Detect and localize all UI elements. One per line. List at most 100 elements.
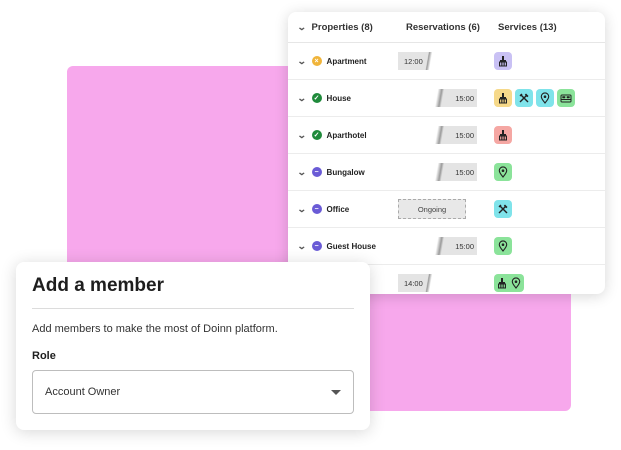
- property-name: Guest House: [326, 241, 376, 251]
- broom-icon: [497, 55, 509, 67]
- service-chip[interactable]: [494, 274, 524, 292]
- service-chip[interactable]: [494, 126, 512, 144]
- reservation-cell: Ongoing: [398, 199, 494, 219]
- services-list: [494, 274, 524, 292]
- chevron-down-icon[interactable]: ⌄: [297, 130, 307, 141]
- reservation-cell: 15:00: [398, 163, 494, 181]
- reservation-time: 15:00: [424, 237, 477, 255]
- broom-icon: [497, 129, 509, 141]
- chevron-down-icon[interactable]: ⌄: [297, 204, 307, 215]
- services-list: [494, 237, 512, 255]
- location-pin-icon: [497, 166, 509, 178]
- table-row[interactable]: ⌄ ✓ Aparthotel 15:00: [288, 117, 605, 154]
- services-list: [494, 200, 512, 218]
- reservations-header: Reservations (6): [398, 22, 494, 33]
- reservation-cell: 15:00: [398, 237, 494, 255]
- role-select-value: Account Owner: [45, 386, 121, 398]
- property-name: Office: [326, 204, 350, 214]
- broom-icon: [497, 92, 509, 104]
- properties-table: ⌄ Properties (8) Reservations (6) Servic…: [288, 12, 605, 294]
- services-list: [494, 126, 512, 144]
- services-cell: [494, 274, 605, 292]
- x-circle-icon: ×: [311, 56, 322, 66]
- property-cell: ⌄ − Bungalow: [288, 167, 398, 178]
- services-cell: [494, 89, 605, 107]
- reservation-time-label: 15:00: [455, 93, 474, 103]
- check-circle-icon: ✓: [311, 93, 322, 103]
- reservations-header-label: Reservations (6): [406, 21, 480, 33]
- minus-circle-icon: −: [311, 204, 322, 214]
- services-list: [494, 52, 512, 70]
- reservation-time-label: 15:00: [455, 241, 474, 251]
- reservation-time-label: 12:00: [404, 56, 423, 66]
- property-cell: ⌄ × Apartment: [288, 56, 398, 67]
- chevron-down-icon[interactable]: ⌄: [297, 167, 307, 178]
- properties-header-label: Properties (8): [311, 21, 373, 33]
- services-header: Services (13): [494, 22, 605, 33]
- service-chip[interactable]: [494, 52, 512, 70]
- services-cell: [494, 126, 605, 144]
- service-chip[interactable]: [515, 89, 533, 107]
- caret-down-icon: [331, 389, 341, 395]
- reservation-time: Ongoing: [398, 199, 466, 219]
- tools-icon: [497, 203, 509, 215]
- check-circle-icon: ✓: [311, 130, 322, 140]
- service-chip[interactable]: [494, 200, 512, 218]
- role-select[interactable]: Account Owner: [32, 370, 354, 414]
- chevron-down-icon[interactable]: ⌄: [297, 93, 307, 104]
- reservation-cell: 12:00: [398, 52, 494, 70]
- table-header: ⌄ Properties (8) Reservations (6) Servic…: [288, 12, 605, 43]
- property-cell: ⌄ ✓ House: [288, 93, 398, 104]
- property-name: Aparthotel: [326, 130, 367, 140]
- add-member-dialog: Add a member Add members to make the mos…: [16, 262, 370, 430]
- divider: [32, 308, 354, 309]
- services-cell: [494, 52, 605, 70]
- bed-icon: [560, 92, 572, 104]
- reservation-cell: 14:00: [398, 274, 494, 292]
- property-name: Apartment: [326, 56, 367, 66]
- table-row[interactable]: ⌄ − Office Ongoing: [288, 191, 605, 228]
- service-chip[interactable]: [557, 89, 575, 107]
- service-chip[interactable]: [494, 89, 512, 107]
- table-row[interactable]: ⌄ × Apartment 12:00: [288, 43, 605, 80]
- services-cell: [494, 200, 605, 218]
- reservation-cell: 15:00: [398, 126, 494, 144]
- service-chip[interactable]: [494, 237, 512, 255]
- chevron-down-icon[interactable]: ⌄: [297, 241, 307, 252]
- chevron-down-icon: ⌄: [296, 21, 307, 32]
- property-cell: ⌄ ✓ Aparthotel: [288, 130, 398, 141]
- services-header-label: Services (13): [498, 21, 557, 33]
- service-chip[interactable]: [494, 163, 512, 181]
- reservation-time-label: 15:00: [455, 167, 474, 177]
- reservation-time-label: 15:00: [455, 130, 474, 140]
- services-list: [494, 89, 575, 107]
- table-body: ⌄ × Apartment 12:00 ⌄ ✓ House 15:00 ⌄ ✓ …: [288, 43, 605, 294]
- location-pin-icon: [539, 92, 551, 104]
- reservation-time: 15:00: [424, 163, 477, 181]
- broom-icon: [496, 277, 508, 289]
- reservation-time: 15:00: [424, 126, 477, 144]
- property-name: House: [326, 93, 351, 103]
- properties-header[interactable]: ⌄ Properties (8): [288, 22, 398, 33]
- tools-icon: [518, 92, 530, 104]
- service-chip[interactable]: [536, 89, 554, 107]
- reservation-time: 14:00: [398, 274, 444, 292]
- role-label: Role: [32, 350, 56, 362]
- services-list: [494, 163, 512, 181]
- minus-circle-icon: −: [311, 167, 322, 177]
- reservation-time: 15:00: [424, 89, 477, 107]
- reservation-cell: 15:00: [398, 89, 494, 107]
- dialog-description: Add members to make the most of Doinn pl…: [32, 323, 278, 335]
- services-cell: [494, 163, 605, 181]
- dialog-title: Add a member: [32, 275, 164, 296]
- services-cell: [494, 237, 605, 255]
- reservation-time: 12:00: [398, 52, 444, 70]
- minus-circle-icon: −: [311, 241, 322, 251]
- property-cell: ⌄ − Office: [288, 204, 398, 215]
- table-row[interactable]: ⌄ − Guest House 15:00: [288, 228, 605, 265]
- reservation-time-label: 14:00: [404, 278, 423, 288]
- table-row[interactable]: ⌄ ✓ House 15:00: [288, 80, 605, 117]
- property-cell: ⌄ − Guest House: [288, 241, 398, 252]
- chevron-down-icon[interactable]: ⌄: [297, 56, 307, 67]
- table-row[interactable]: ⌄ − Bungalow 15:00: [288, 154, 605, 191]
